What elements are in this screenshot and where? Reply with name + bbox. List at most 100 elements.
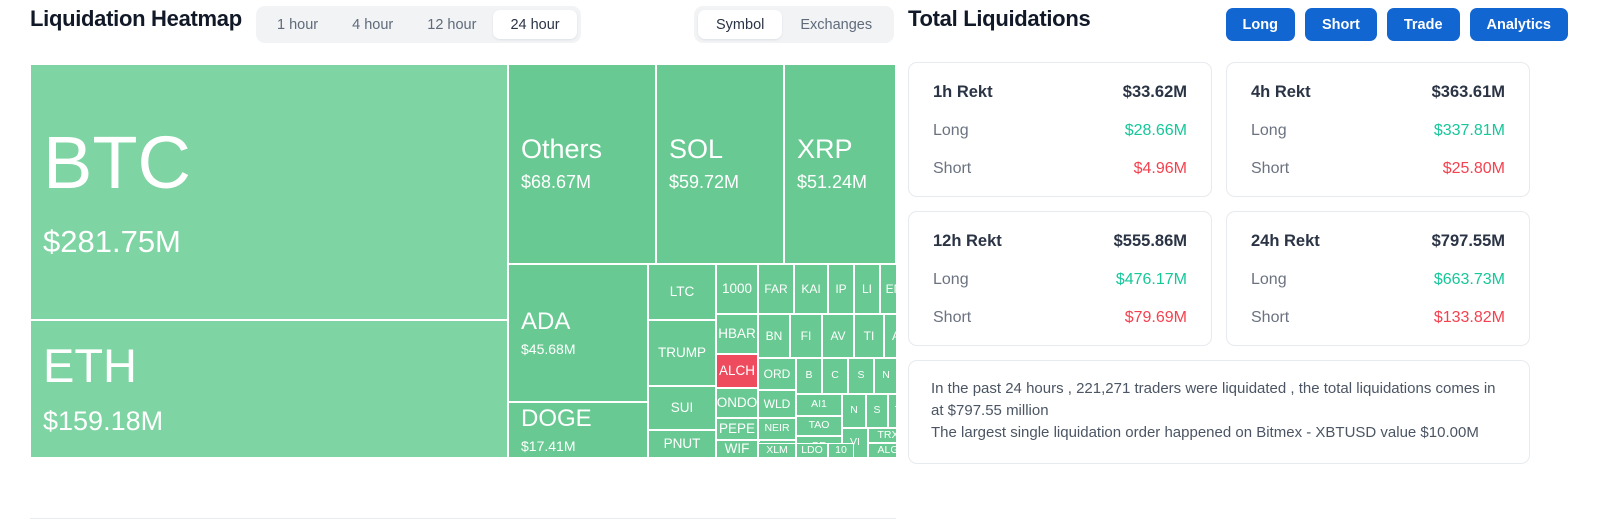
treemap-tile-trump[interactable]: TRUMP (648, 320, 716, 386)
short-button[interactable]: Short (1304, 8, 1377, 41)
treemap-tile-others[interactable]: Others $68.67M (508, 64, 656, 264)
stat-short-label: Short (933, 160, 972, 177)
treemap-tile-wif[interactable]: WIF (716, 440, 758, 458)
treemap-tile-xlm[interactable]: XLM (758, 443, 796, 458)
treemap-tile-ip[interactable]: IP (828, 264, 854, 314)
bottom-divider (30, 518, 896, 519)
treemap-tile-tao[interactable]: TAO (796, 416, 842, 436)
timeframe-tabs[interactable]: 1 hour 4 hour 12 hour 24 hour (256, 6, 581, 43)
treemap-tile-en[interactable]: EN (880, 264, 896, 314)
treemap-tile-ti[interactable]: TI (854, 314, 884, 358)
treemap-tile-kai[interactable]: KAI (794, 264, 828, 314)
tile-symbol: TAO (808, 419, 830, 432)
treemap-tile-wld[interactable]: WLD (758, 390, 796, 418)
stat-card-12h[interactable]: 12h Rekt $555.86M Long $476.17M Short $7… (908, 211, 1212, 346)
tile-symbol: A (892, 330, 896, 343)
stat-card-24h[interactable]: 24h Rekt $797.55M Long $663.73M Short $1… (1226, 211, 1530, 346)
treemap-tile-pepe[interactable]: PEPE (716, 418, 758, 440)
stat-total: $363.61M (1431, 83, 1505, 101)
tile-symbol: C (831, 369, 839, 382)
tab-4-hour[interactable]: 4 hour (335, 10, 410, 39)
stat-short-line: Short $25.80M (1251, 160, 1505, 178)
tile-symbol: AI1 (811, 398, 827, 411)
grouping-tabs[interactable]: Symbol Exchanges (694, 6, 895, 43)
treemap-tile-pnut[interactable]: PNUT (648, 430, 716, 458)
treemap-tile-c[interactable]: C (822, 358, 848, 394)
treemap-tile-ord[interactable]: ORD (758, 358, 796, 390)
treemap-tile-ai1[interactable]: AI1 (796, 394, 842, 416)
treemap-tile-neir[interactable]: NEIR (758, 418, 796, 440)
tile-symbol: ADA (521, 308, 571, 336)
treemap-tile-sol[interactable]: SOL $59.72M (656, 64, 784, 264)
tab-24-hour[interactable]: 24 hour (493, 10, 577, 39)
tile-symbol: XRP (797, 134, 853, 165)
stats-row-top: 1h Rekt $33.62M Long $28.66M Short $4.96… (908, 62, 1568, 197)
tile-symbol: IP (835, 281, 847, 296)
liquidation-treemap[interactable]: BTC $281.75M ETH $159.18M Others $68.67M… (30, 64, 896, 458)
treemap-tile-alg[interactable]: ALG (868, 443, 896, 458)
treemap-tile-far[interactable]: FAR (758, 264, 794, 314)
treemap-tile-t[interactable]: T (888, 394, 896, 428)
stat-short-value: $79.69M (1124, 309, 1187, 326)
long-button[interactable]: Long (1225, 8, 1295, 41)
treemap-tile-b[interactable]: B (796, 358, 822, 394)
tile-symbol: SOL (669, 134, 724, 165)
tile-value: $51.24M (797, 171, 868, 192)
treemap-tile-bn[interactable]: BN (758, 314, 790, 358)
treemap-tile-hbar[interactable]: HBAR (716, 314, 758, 354)
dashboard-header: Liquidation Heatmap 1 hour 4 hour 12 hou… (0, 0, 1600, 48)
summary-line-1: In the past 24 hours , 221,271 traders w… (931, 380, 1496, 420)
treemap-tile-s[interactable]: S (848, 358, 874, 394)
treemap-tile-doge[interactable]: DOGE $17.41M (508, 402, 648, 458)
treemap-tile-a[interactable]: A (884, 314, 896, 358)
treemap-tile-ondo[interactable]: ONDO (716, 388, 758, 418)
tab-12-hour[interactable]: 12 hour (410, 10, 493, 39)
treemap-tile-ltc[interactable]: LTC (648, 264, 716, 320)
treemap-tile-n[interactable]: N (874, 358, 896, 394)
treemap-tile-sui[interactable]: SUI (648, 386, 716, 430)
treemap-tile-ada[interactable]: ADA $45.68M (508, 264, 648, 402)
treemap-tile-trx[interactable]: TRX (868, 428, 896, 443)
stat-long-line: Long $28.66M (933, 122, 1187, 140)
tile-value: $281.75M (43, 223, 181, 259)
treemap-tile-li[interactable]: LI (854, 264, 880, 314)
tile-symbol: LDO (801, 443, 823, 456)
treemap-tile-av[interactable]: AV (822, 314, 854, 358)
treemap-tile-1000[interactable]: 1000 (716, 264, 758, 314)
stat-total-line: 1h Rekt $33.62M (933, 83, 1187, 102)
stat-long-line: Long $337.81M (1251, 122, 1505, 140)
treemap-tile-n2[interactable]: N (842, 394, 866, 428)
treemap-tile-eth[interactable]: ETH $159.18M (30, 320, 508, 458)
tab-1-hour[interactable]: 1 hour (260, 10, 335, 39)
treemap-tile-fi[interactable]: FI (790, 314, 822, 358)
treemap-tile-xrp[interactable]: XRP $51.24M (784, 64, 896, 264)
analytics-button[interactable]: Analytics (1469, 8, 1568, 41)
tab-exchanges[interactable]: Exchanges (782, 10, 890, 39)
tile-symbol: SUI (670, 399, 694, 415)
stat-short-value: $133.82M (1433, 309, 1505, 326)
stat-short-label: Short (933, 309, 972, 326)
treemap-tile-ldo[interactable]: LDO (796, 443, 828, 458)
stat-short-line: Short $133.82M (1251, 309, 1505, 327)
liquidation-dashboard: Liquidation Heatmap 1 hour 4 hour 12 hou… (0, 0, 1600, 527)
tile-symbol: ONDO (716, 394, 758, 410)
treemap-tile-alch[interactable]: ALCH (716, 354, 758, 388)
tab-symbol[interactable]: Symbol (698, 10, 783, 39)
stat-total-line: 4h Rekt $363.61M (1251, 83, 1505, 102)
tile-symbol: ORD (763, 366, 791, 381)
stat-total: $797.55M (1431, 232, 1505, 250)
treemap-tile-btc[interactable]: BTC $281.75M (30, 64, 508, 320)
stat-long-value: $663.73M (1433, 271, 1505, 288)
stat-card-1h[interactable]: 1h Rekt $33.62M Long $28.66M Short $4.96… (908, 62, 1212, 197)
stats-panel: 1h Rekt $33.62M Long $28.66M Short $4.96… (908, 62, 1568, 464)
stat-card-4h[interactable]: 4h Rekt $363.61M Long $337.81M Short $25… (1226, 62, 1530, 197)
treemap-tile-spacer2 (758, 440, 760, 442)
stat-short-label: Short (1251, 309, 1290, 326)
tile-symbol: TI (863, 328, 875, 343)
trade-button[interactable]: Trade (1386, 8, 1460, 41)
tile-symbol: N (882, 369, 890, 382)
stat-long-value: $337.81M (1433, 122, 1505, 139)
treemap-tile-10[interactable]: 10 (828, 443, 854, 458)
treemap-tile-s2[interactable]: S (866, 394, 888, 428)
tile-symbol: BTC (43, 121, 191, 205)
